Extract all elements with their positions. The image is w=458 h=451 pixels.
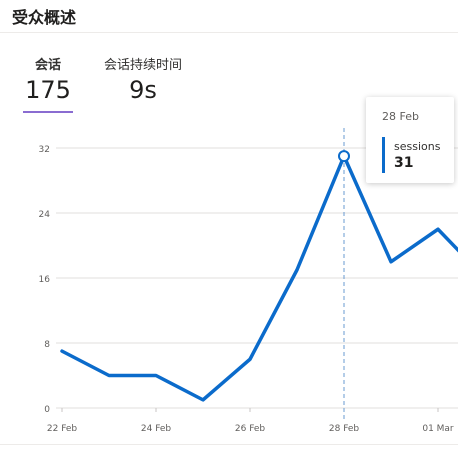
y-tick-label: 0: [44, 405, 50, 415]
tooltip-series-name: sessions: [394, 140, 441, 153]
metric-duration-label: 会话持续时间: [103, 58, 182, 73]
divider: [0, 444, 458, 445]
x-tick-label: 28 Feb: [329, 424, 360, 434]
y-tick-label: 16: [39, 275, 51, 285]
metric-sessions-label: 会话: [34, 58, 61, 73]
header: 受众概述: [0, 0, 458, 33]
metric-duration-value: 9s: [129, 76, 157, 104]
x-tick-label: 26 Feb: [235, 424, 266, 434]
metric-sessions-value: 175: [25, 76, 71, 104]
x-tick-label: 01 Mar: [422, 424, 454, 434]
chart-tooltip: 28 Feb sessions 31: [366, 97, 454, 183]
metric-duration-tab[interactable]: 会话持续时间 9s: [100, 54, 186, 105]
y-tick-label: 24: [39, 210, 51, 220]
tooltip-series-marker: [382, 137, 385, 173]
tooltip-date: 28 Feb: [382, 110, 419, 123]
page-title: 受众概述: [12, 8, 77, 27]
highlighted-data-point: [338, 150, 350, 163]
metric-sessions-tab[interactable]: 会话 175: [23, 54, 73, 113]
x-tick-label: 24 Feb: [141, 424, 172, 434]
y-tick-label: 8: [44, 340, 50, 350]
metric-active-underline: [23, 111, 73, 113]
x-tick-label: 22 Feb: [47, 424, 78, 434]
tooltip-series-value: 31: [394, 155, 414, 171]
y-tick-label: 32: [39, 145, 50, 155]
